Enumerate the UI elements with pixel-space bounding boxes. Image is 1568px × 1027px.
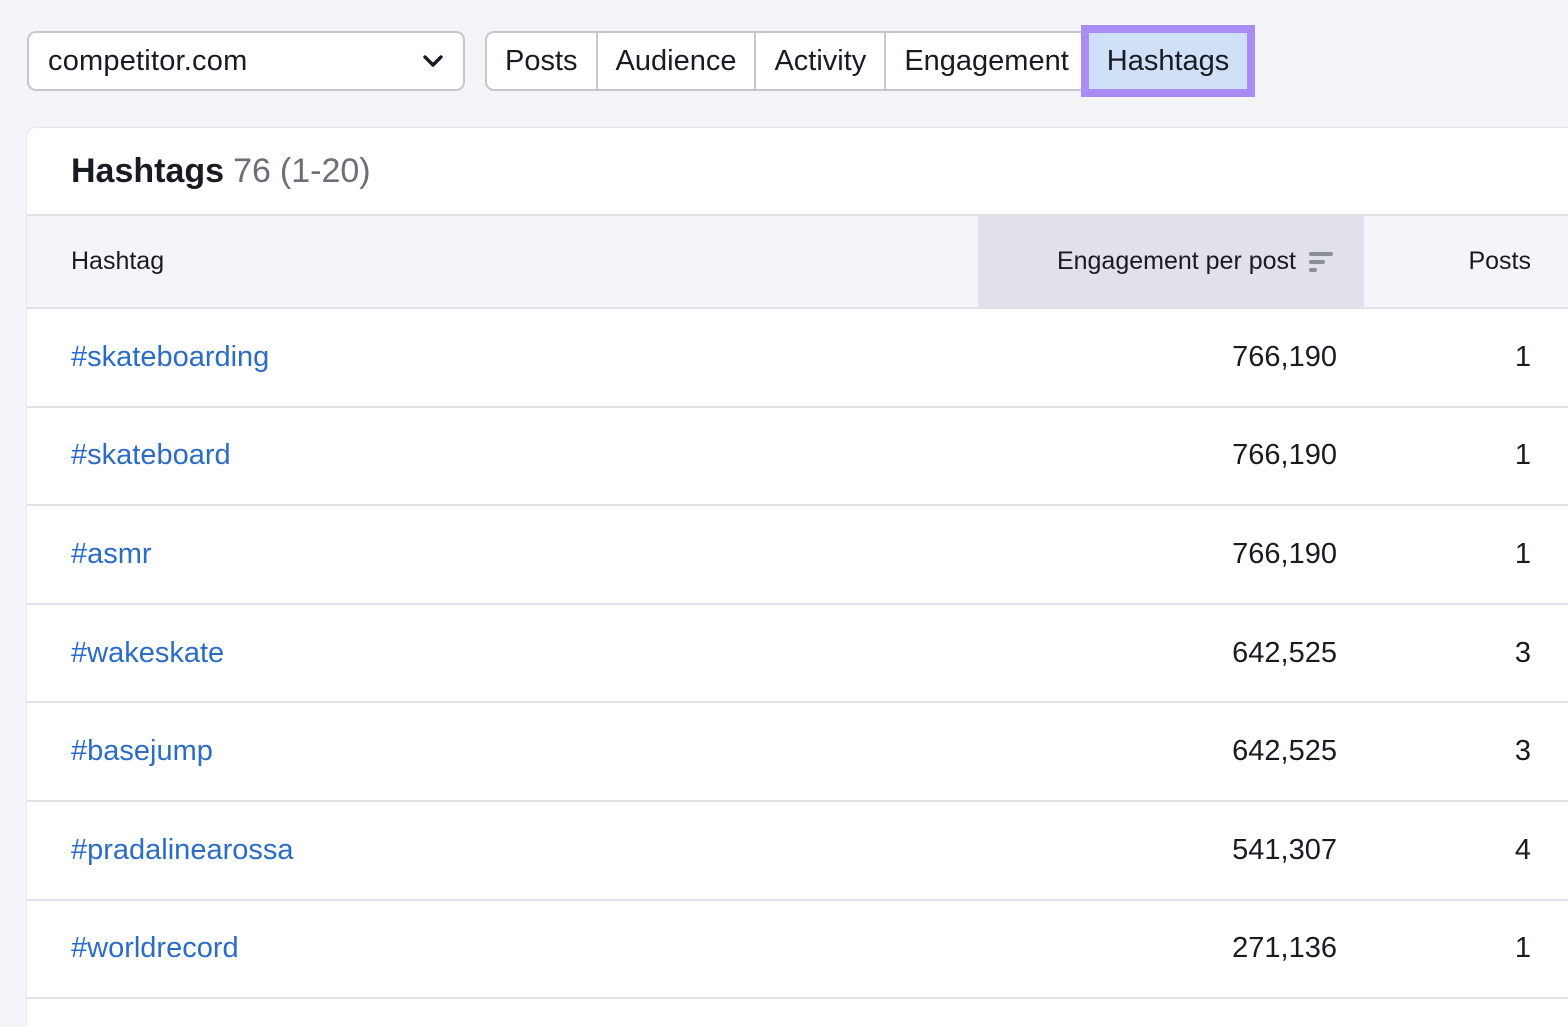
engagement-per-post-value: 271,136 (1232, 932, 1337, 965)
table-row: #asmr 766,190 1 (27, 506, 1568, 605)
table-row: #pradalinearossa 541,307 4 (27, 802, 1568, 901)
hashtag-link[interactable]: #wakeskate (27, 637, 978, 670)
tab-activity[interactable]: Activity (756, 33, 887, 89)
table-row: #skateboard 766,190 1 (27, 408, 1568, 507)
engagement-per-post-value: 642,525 (1232, 735, 1337, 768)
table-row: #worldrecord 271,136 1 (27, 901, 1568, 1000)
domain-select[interactable]: competitor.com (27, 31, 465, 91)
column-header-posts[interactable]: Posts (1364, 216, 1531, 307)
tab-engagement[interactable]: Engagement (886, 33, 1089, 89)
hashtag-link[interactable]: #skateboarding (27, 341, 978, 374)
hashtag-link[interactable]: #worldrecord (27, 932, 978, 965)
hashtag-link[interactable]: #skateboard (27, 439, 978, 472)
table-body: #skateboarding 766,190 1 #skateboard 766… (27, 309, 1568, 1000)
posts-value: 4 (1514, 833, 1531, 866)
column-header-label: Engagement per post (1056, 247, 1296, 275)
posts-value: 3 (1514, 636, 1531, 669)
hashtag-count: 76 (233, 151, 271, 190)
posts-value: 1 (1514, 340, 1531, 373)
engagement-per-post-value: 642,525 (1232, 636, 1337, 669)
card-title: Hashtags 76 (1-20) (27, 128, 1568, 214)
hashtag-link[interactable]: #basejump (27, 735, 978, 768)
engagement-per-post-value: 766,190 (1232, 537, 1337, 570)
column-header-label: Hashtag (71, 247, 165, 275)
table-row: #skateboarding 766,190 1 (27, 309, 1568, 408)
posts-value: 1 (1514, 439, 1531, 472)
tab-hashtags[interactable]: Hashtags (1080, 25, 1256, 97)
page-range: (1-20) (279, 151, 371, 190)
domain-select-value: competitor.com (48, 44, 248, 77)
sort-descending-icon (1308, 251, 1334, 273)
column-header-hashtag[interactable]: Hashtag (27, 216, 978, 307)
hashtags-card: Hashtags 76 (1-20) Hashtag Engagement pe… (26, 127, 1568, 1027)
engagement-per-post-value: 766,190 (1232, 340, 1337, 373)
hashtag-link[interactable]: #pradalinearossa (27, 834, 978, 867)
column-header-engagement-per-post[interactable]: Engagement per post (978, 216, 1364, 307)
tab-audience[interactable]: Audience (597, 33, 757, 89)
engagement-per-post-value: 541,307 (1232, 833, 1337, 866)
top-toolbar: competitor.com Posts Audience Activity E… (0, 0, 1568, 120)
posts-value: 3 (1514, 735, 1531, 768)
chevron-down-icon (421, 49, 445, 73)
posts-value: 1 (1514, 932, 1531, 965)
posts-value: 1 (1514, 537, 1531, 570)
engagement-per-post-value: 766,190 (1232, 439, 1337, 472)
column-header-label: Posts (1468, 247, 1531, 275)
card-title-label: Hashtags (71, 151, 225, 190)
hashtag-link[interactable]: #asmr (27, 538, 978, 571)
report-tabs: Posts Audience Activity Engagement Hasht… (485, 25, 1256, 97)
table-row: #basejump 642,525 3 (27, 703, 1568, 802)
table-header: Hashtag Engagement per post Posts (27, 214, 1568, 309)
tab-posts[interactable]: Posts (487, 33, 598, 89)
table-row: #wakeskate 642,525 3 (27, 605, 1568, 704)
